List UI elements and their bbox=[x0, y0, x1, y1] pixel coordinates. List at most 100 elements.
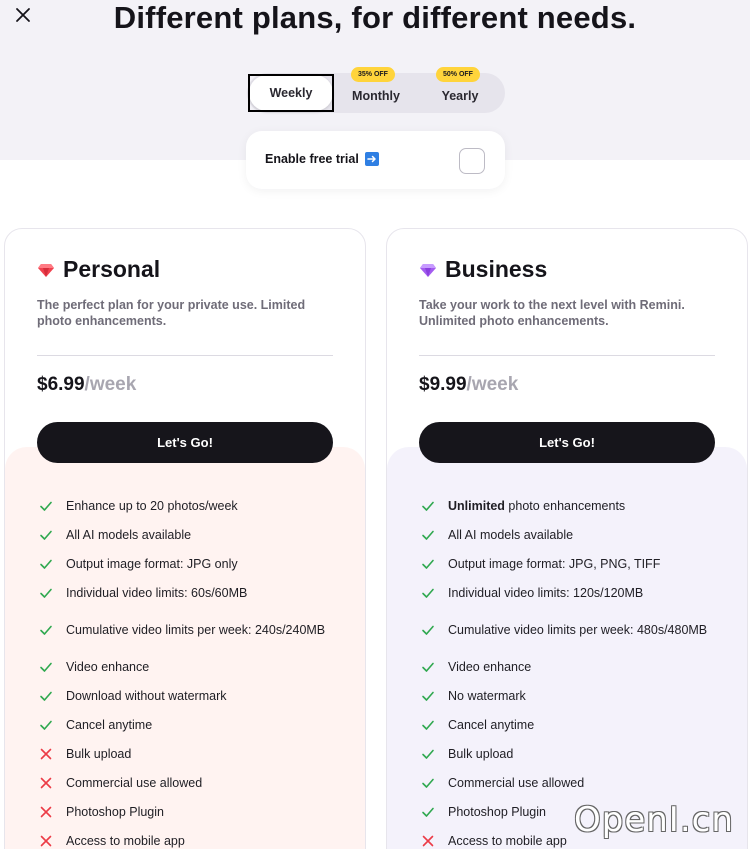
plan-header: Personal bbox=[37, 256, 160, 283]
feature-item: Unlimited photo enhancements bbox=[419, 491, 719, 520]
check-icon bbox=[40, 662, 52, 672]
feature-label: Output image format: JPG only bbox=[66, 556, 238, 571]
feature-label: Individual video limits: 120s/120MB bbox=[448, 585, 644, 600]
feature-label: Cancel anytime bbox=[66, 717, 153, 732]
feature-label: All AI models available bbox=[66, 527, 192, 542]
feature-text: Individual video limits: 120s/120MB bbox=[448, 585, 643, 601]
plan-price: $9.99/week bbox=[419, 374, 518, 396]
feature-item: Cumulative video limits per week: 240s/2… bbox=[37, 607, 337, 652]
check-icon bbox=[422, 749, 434, 759]
feature-item: Video enhance bbox=[37, 652, 337, 681]
free-trial-label: Enable free trial bbox=[265, 152, 359, 166]
cross-icon bbox=[40, 835, 52, 846]
check-icon bbox=[40, 625, 52, 635]
check-icon bbox=[422, 720, 434, 730]
plan-price: $6.99/week bbox=[37, 374, 136, 396]
feature-label: Video enhance bbox=[448, 659, 532, 674]
feature-label: Access to mobile app bbox=[448, 833, 567, 848]
check-icon bbox=[422, 588, 434, 598]
feature-label: photo enhancements bbox=[504, 498, 626, 513]
feature-text: Video enhance bbox=[448, 659, 531, 675]
feature-item: Bulk upload bbox=[37, 739, 337, 768]
feature-label: Photoshop Plugin bbox=[448, 804, 546, 819]
feature-text: Individual video limits: 60s/60MB bbox=[66, 585, 247, 601]
cross-icon bbox=[422, 835, 434, 846]
feature-item: Commercial use allowed bbox=[419, 768, 719, 797]
feature-label: Enhance up to 20 photos/week bbox=[66, 498, 238, 513]
check-icon bbox=[422, 807, 434, 817]
price-period: /week bbox=[466, 374, 519, 395]
feature-text: No watermark bbox=[448, 688, 526, 704]
check-icon bbox=[40, 691, 52, 701]
feature-item: Individual video limits: 120s/120MB bbox=[419, 578, 719, 607]
cross-icon bbox=[40, 806, 52, 817]
feature-label: Access to mobile app bbox=[66, 833, 185, 848]
feature-text: All AI models available bbox=[66, 527, 191, 543]
lets-go-button[interactable]: Let's Go! bbox=[37, 422, 333, 463]
check-icon bbox=[40, 501, 52, 511]
feature-text: Photoshop Plugin bbox=[448, 804, 546, 820]
feature-text: Enhance up to 20 photos/week bbox=[66, 498, 238, 514]
cross-icon bbox=[40, 777, 52, 788]
feature-text: Bulk upload bbox=[66, 746, 131, 762]
feature-item: Video enhance bbox=[419, 652, 719, 681]
feature-text: All AI models available bbox=[448, 527, 573, 543]
lets-go-button[interactable]: Let's Go! bbox=[419, 422, 715, 463]
watermark-text: OpenI.cn bbox=[574, 800, 734, 840]
free-trial-panel: Enable free trial bbox=[246, 131, 505, 189]
plan-header: Business bbox=[419, 256, 547, 283]
feature-item: Output image format: JPG, PNG, TIFF bbox=[419, 549, 719, 578]
feature-text: Cancel anytime bbox=[448, 717, 534, 733]
feature-list: Unlimited photo enhancements All AI model… bbox=[419, 491, 719, 849]
feature-text: Cumulative video limits per week: 480s/4… bbox=[448, 622, 707, 638]
divider bbox=[37, 355, 333, 356]
feature-item: All AI models available bbox=[419, 520, 719, 549]
feature-label: Photoshop Plugin bbox=[66, 804, 164, 819]
billing-option-weekly[interactable]: Weekly bbox=[249, 75, 333, 111]
feature-item: Photoshop Plugin bbox=[37, 797, 337, 826]
feature-text: Video enhance bbox=[66, 659, 149, 675]
check-icon bbox=[422, 691, 434, 701]
feature-text: Output image format: JPG only bbox=[66, 556, 238, 572]
plan-name: Business bbox=[445, 256, 548, 282]
feature-item: Bulk upload bbox=[419, 739, 719, 768]
feature-text: Unlimited photo enhancements bbox=[448, 498, 625, 514]
purple-gem-icon bbox=[420, 263, 436, 277]
feature-label: Cumulative video limits per week: 480s/4… bbox=[448, 622, 708, 637]
feature-label: All AI models available bbox=[448, 527, 574, 542]
feature-label: Bulk upload bbox=[66, 746, 132, 761]
check-icon bbox=[40, 720, 52, 730]
feature-item: Access to mobile app bbox=[37, 826, 337, 849]
check-icon bbox=[422, 662, 434, 672]
feature-text: Output image format: JPG, PNG, TIFF bbox=[448, 556, 660, 572]
feature-label: Download without watermark bbox=[66, 688, 227, 703]
feature-text: Access to mobile app bbox=[448, 833, 567, 849]
price-amount: $6.99 bbox=[37, 374, 85, 395]
feature-text: Commercial use allowed bbox=[66, 775, 202, 791]
feature-item: Cumulative video limits per week: 480s/4… bbox=[419, 607, 719, 652]
feature-label: Individual video limits: 60s/60MB bbox=[66, 585, 248, 600]
feature-text: Commercial use allowed bbox=[448, 775, 584, 791]
price-period: /week bbox=[84, 374, 137, 395]
discount-badge-yearly: 50% OFF bbox=[436, 67, 480, 82]
discount-badge-monthly: 35% OFF bbox=[351, 67, 395, 82]
feature-label: Cancel anytime bbox=[448, 717, 535, 732]
red-gem-icon bbox=[38, 263, 54, 277]
feature-emphasis: Unlimited bbox=[448, 498, 505, 513]
plan-description: The perfect plan for your private use. L… bbox=[37, 298, 306, 328]
check-icon bbox=[422, 559, 434, 569]
check-icon bbox=[422, 530, 434, 540]
check-icon bbox=[40, 530, 52, 540]
plan-card-business: Business Take your work to the next leve… bbox=[386, 228, 748, 849]
right-arrow-icon bbox=[364, 152, 379, 166]
feature-item: Cancel anytime bbox=[37, 710, 337, 739]
cross-icon bbox=[40, 748, 52, 759]
feature-item: Cancel anytime bbox=[419, 710, 719, 739]
feature-text: Access to mobile app bbox=[66, 833, 185, 849]
divider bbox=[419, 355, 715, 356]
feature-text: Cancel anytime bbox=[66, 717, 152, 733]
free-trial-checkbox[interactable] bbox=[459, 148, 485, 174]
feature-item: Enhance up to 20 photos/week bbox=[37, 491, 337, 520]
feature-label: Commercial use allowed bbox=[448, 775, 585, 790]
feature-label: Bulk upload bbox=[448, 746, 514, 761]
